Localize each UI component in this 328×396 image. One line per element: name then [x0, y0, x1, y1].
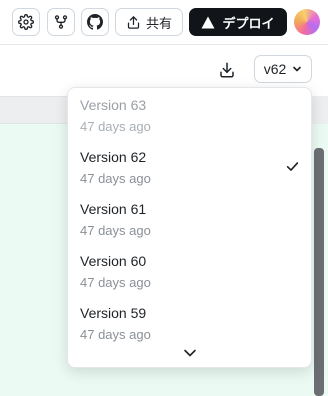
version-item[interactable]: Version 63 47 days ago: [68, 88, 311, 140]
top-toolbar: 共有 デプロイ: [0, 0, 328, 44]
share-label: 共有: [145, 15, 172, 31]
download-button[interactable]: [216, 59, 238, 81]
scrollbar[interactable]: [314, 148, 324, 396]
version-dropdown: Version 63 47 days ago Version 62 47 day…: [67, 87, 312, 368]
chevron-down-icon[interactable]: [183, 348, 197, 358]
share-icon: [127, 15, 140, 29]
version-item[interactable]: Version 60 47 days ago: [68, 244, 311, 296]
version-time: 47 days ago: [80, 327, 151, 342]
version-item[interactable]: Version 61 47 days ago: [68, 192, 311, 244]
version-time: 47 days ago: [80, 275, 151, 290]
deploy-triangle-icon: [201, 16, 215, 28]
version-time: 47 days ago: [80, 119, 151, 134]
version-label: Version 63: [80, 97, 147, 113]
gear-icon: [18, 14, 34, 30]
avatar[interactable]: [294, 9, 320, 35]
github-icon: [87, 14, 103, 30]
deploy-label: デプロイ: [222, 15, 275, 31]
panel-header-strip: [0, 96, 74, 124]
fork-icon: [54, 15, 68, 29]
version-label: Version 61: [80, 201, 147, 217]
check-icon: [286, 162, 299, 171]
version-select-value: v62: [263, 61, 287, 77]
settings-button[interactable]: [12, 8, 40, 36]
version-select[interactable]: v62: [254, 55, 312, 83]
version-time: 47 days ago: [80, 171, 151, 186]
chevron-down-icon: [293, 66, 302, 72]
version-label: Version 62: [80, 149, 147, 165]
version-label: Version 59: [80, 305, 147, 321]
download-icon: [220, 62, 234, 78]
share-button[interactable]: 共有: [115, 8, 183, 36]
version-item-selected[interactable]: Version 62 47 days ago: [68, 140, 311, 192]
version-time: 47 days ago: [80, 223, 151, 238]
fork-button[interactable]: [47, 8, 75, 36]
github-button[interactable]: [81, 8, 109, 36]
version-label: Version 60: [80, 253, 147, 269]
version-item[interactable]: Version 59 47 days ago: [68, 296, 311, 348]
deploy-button[interactable]: デプロイ: [189, 8, 287, 36]
